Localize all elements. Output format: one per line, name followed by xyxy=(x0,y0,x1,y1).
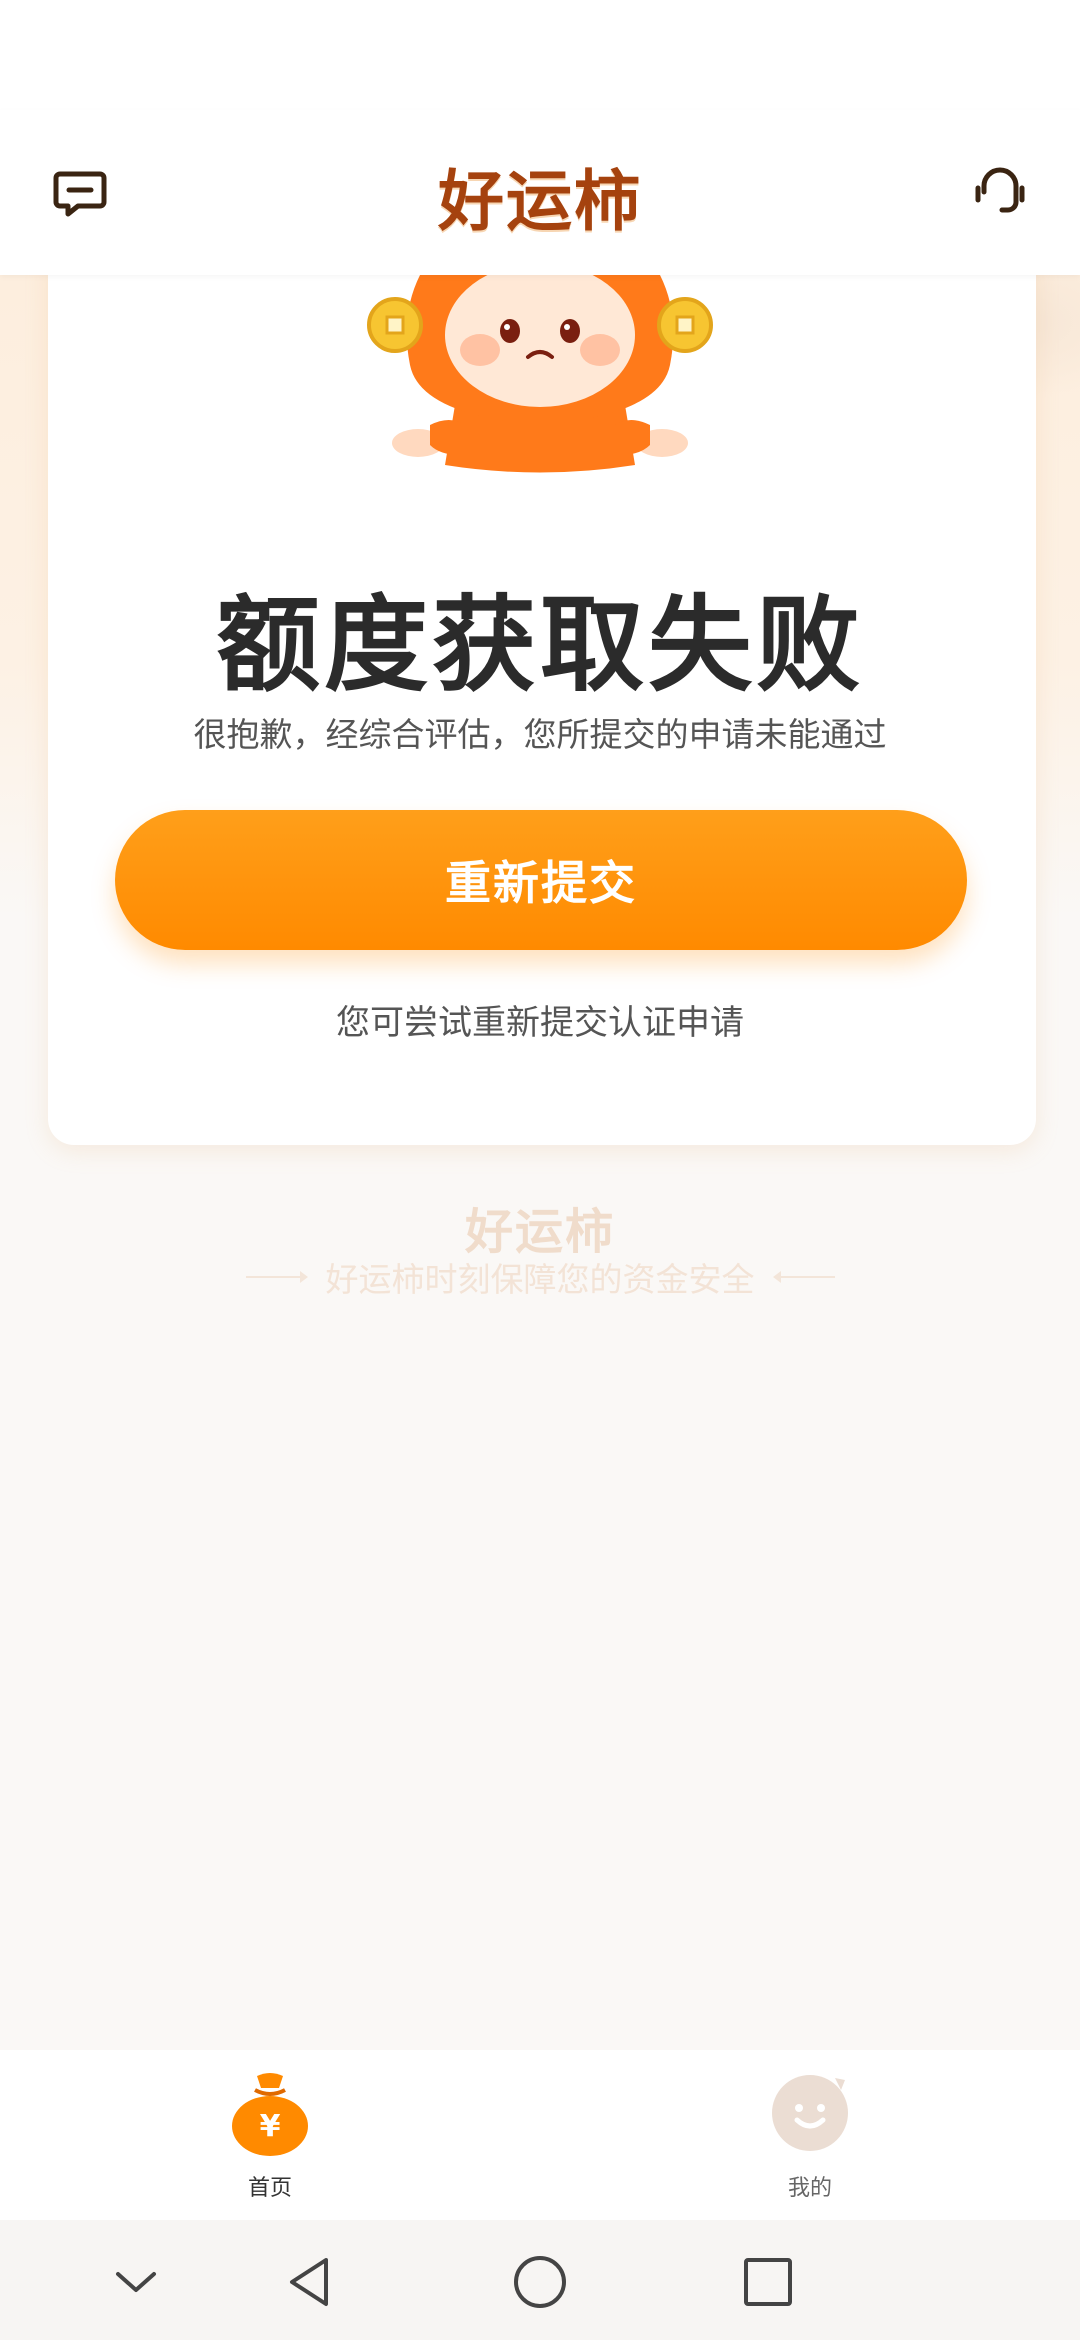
top-header: 好运柿 xyxy=(0,110,1080,275)
collapse-icon[interactable] xyxy=(104,2250,168,2314)
headset-icon[interactable] xyxy=(968,160,1032,224)
home-icon[interactable] xyxy=(508,2250,572,2314)
footer-slogan-row: 好运柿时刻保障您的资金安全 xyxy=(0,1255,1080,1299)
bottom-tab-bar: ¥ 首页 我的 xyxy=(0,2050,1080,2220)
money-bag-icon: ¥ xyxy=(232,2073,308,2156)
svg-text:¥: ¥ xyxy=(260,2109,281,2144)
resubmit-button[interactable]: 重新提交 xyxy=(115,810,967,950)
system-navigation-bar xyxy=(0,2220,1080,2340)
status-bar xyxy=(0,0,1080,110)
tab-home-label: 首页 xyxy=(247,2176,292,2201)
mascot-sad-illustration xyxy=(367,275,713,473)
smile-avatar-icon xyxy=(772,2075,848,2151)
app-title: 好运柿 xyxy=(438,163,642,240)
result-title: 额度获取失败 xyxy=(215,584,864,706)
back-icon[interactable] xyxy=(278,2250,342,2314)
slogan-left-arrow xyxy=(245,1271,308,1283)
footer-brand-name: 好运柿 xyxy=(464,1204,615,1260)
resubmit-hint: 您可尝试重新提交认证申请 xyxy=(336,1003,744,1043)
tab-mine-label: 我的 xyxy=(787,2176,832,2201)
recents-icon[interactable] xyxy=(736,2250,800,2314)
app-screen: 好运柿 额度获取失败 很抱歉，经综合评估，您所提交的申请未能通过 重新提交 您可… xyxy=(0,0,1080,2340)
result-subtitle: 很抱歉，经综合评估，您所提交的申请未能通过 xyxy=(193,715,887,754)
slogan-right-arrow xyxy=(772,1271,835,1283)
tab-home[interactable]: ¥ 首页 xyxy=(170,2068,370,2218)
tab-mine[interactable]: 我的 xyxy=(710,2068,910,2218)
footer-slogan: 好运柿时刻保障您的资金安全 xyxy=(325,1260,755,1299)
